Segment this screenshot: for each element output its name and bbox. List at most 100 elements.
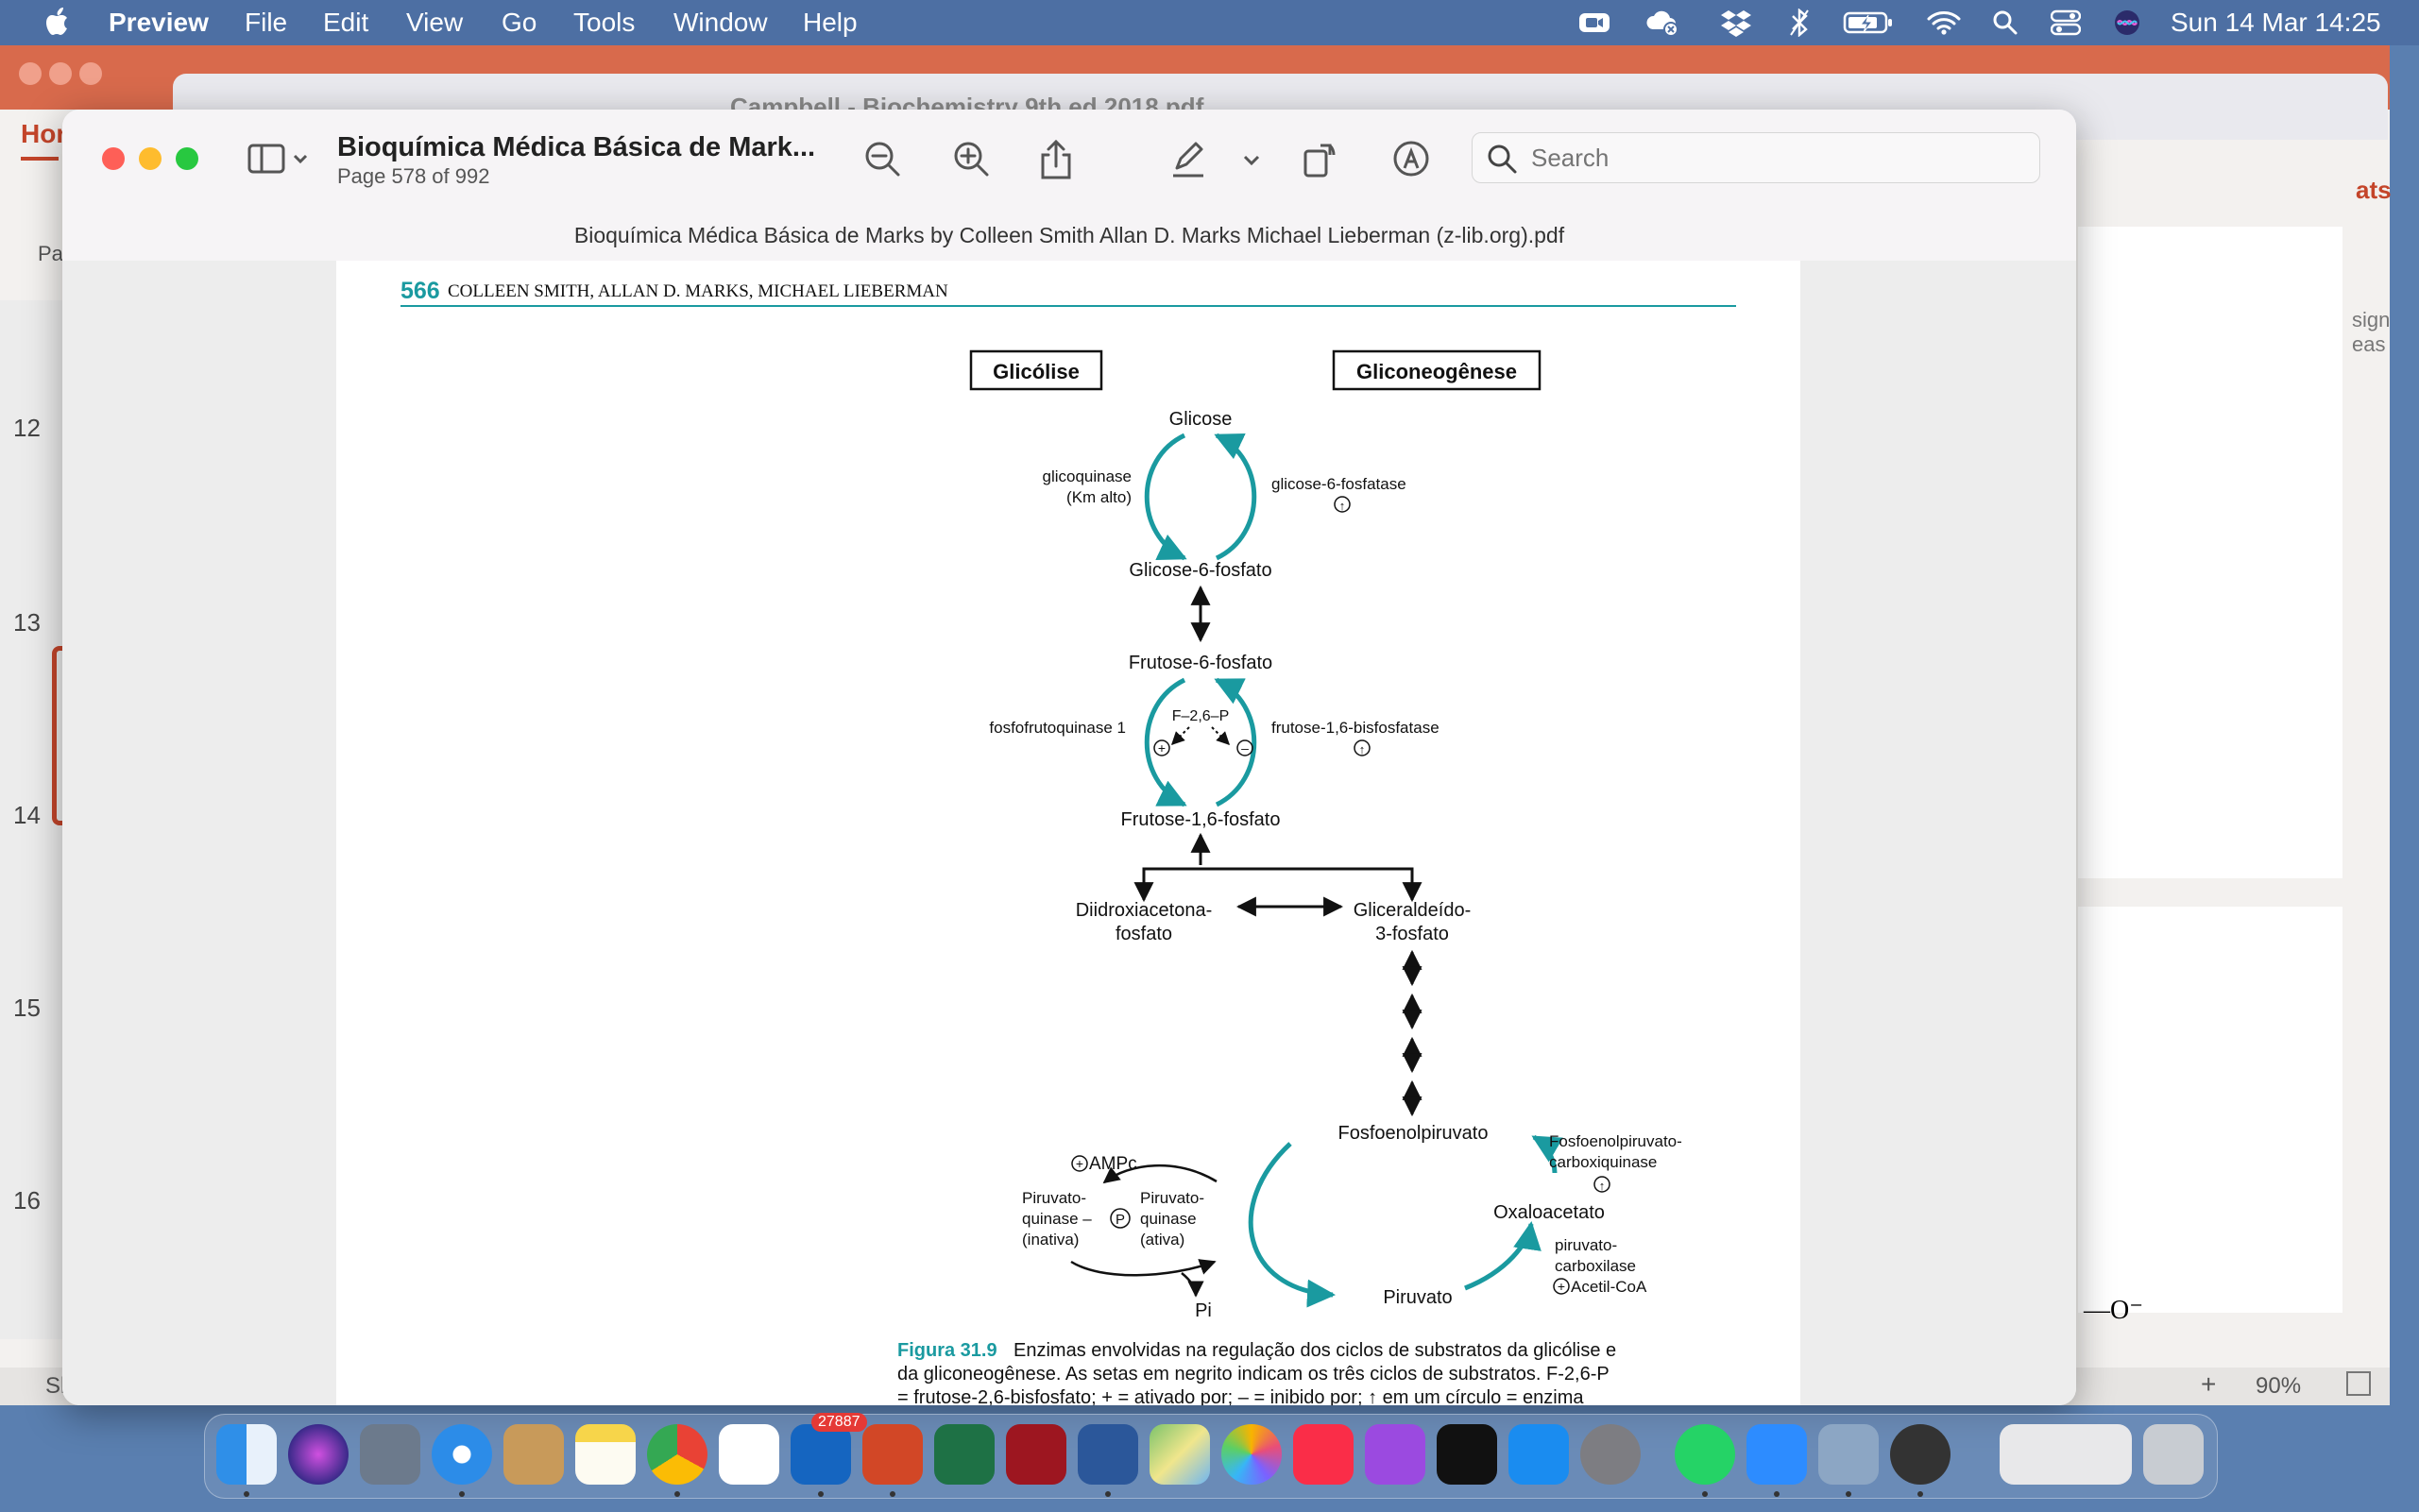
document-view[interactable]: 566 COLLEEN SMITH, ALLAN D. MARKS, MICHA… (62, 261, 2076, 1405)
zoom-out-icon[interactable] (861, 138, 903, 179)
notes-icon[interactable] (575, 1424, 636, 1485)
menu-bar: Preview File Edit View Go Tools Window H… (0, 0, 2419, 45)
control-center-icon[interactable] (2050, 6, 2082, 40)
menu-view[interactable]: View (406, 8, 463, 38)
search-field[interactable] (1472, 132, 2040, 183)
dhap-label: Diidroxiacetona- (1076, 900, 1213, 921)
menu-help[interactable]: Help (803, 8, 858, 38)
preview-app-icon[interactable] (1818, 1424, 1879, 1485)
podcasts-icon[interactable] (1365, 1424, 1425, 1485)
vectorworks-icon[interactable] (1890, 1424, 1951, 1485)
finder-icon[interactable] (216, 1424, 277, 1485)
share-icon[interactable] (1035, 138, 1077, 179)
slide-number[interactable]: 13 (13, 608, 41, 637)
icloud-status-icon[interactable] (1644, 6, 1681, 40)
zoom-level[interactable]: 90% (2256, 1373, 2301, 1400)
caption-line-3: = frutose-2,6-bisfosfato; + = ativado po… (897, 1387, 1584, 1405)
menu-window[interactable]: Window (673, 8, 768, 38)
excel-icon[interactable] (934, 1424, 995, 1485)
fit-slide-icon[interactable] (2346, 1371, 2371, 1396)
slide-number[interactable]: 14 (13, 801, 41, 830)
search-icon (1488, 144, 1517, 174)
markup-dropdown-chevron-icon[interactable] (1237, 138, 1266, 179)
spotlight-search-icon[interactable] (1991, 6, 2019, 40)
fullscreen-button[interactable] (176, 147, 198, 170)
photos-icon[interactable] (1221, 1424, 1282, 1485)
running-indicator (244, 1491, 249, 1497)
pk-active-label-2: quinase (1140, 1210, 1197, 1228)
reminders-icon[interactable] (719, 1424, 779, 1485)
running-indicator (1105, 1491, 1111, 1497)
zoom-in-icon[interactable] (950, 138, 992, 179)
formula-fragment: —O⁻ (2084, 1296, 2143, 1325)
word-icon[interactable] (1078, 1424, 1138, 1485)
svg-text:–: – (1241, 740, 1249, 756)
zoom-status-icon[interactable] (1577, 6, 1611, 40)
downloads-stack-icon[interactable] (2000, 1424, 2132, 1485)
menu-go[interactable]: Go (502, 8, 537, 38)
close-button[interactable] (102, 147, 125, 170)
page-indicator: Page 578 of 992 (337, 164, 490, 188)
launchpad-icon[interactable] (360, 1424, 420, 1485)
menu-tools[interactable]: Tools (573, 8, 635, 38)
dropbox-status-icon[interactable] (1719, 6, 1753, 40)
dhap-label-2: fosfato (1116, 924, 1172, 944)
close-button-inactive[interactable] (19, 62, 42, 85)
mendeley-icon[interactable] (1006, 1424, 1066, 1485)
menu-edit[interactable]: Edit (323, 8, 368, 38)
g6pase-label: glicose-6-fosfatase (1271, 475, 1406, 493)
pdf-page[interactable]: 566 COLLEEN SMITH, ALLAN D. MARKS, MICHA… (336, 261, 1800, 1405)
running-indicator (818, 1491, 824, 1497)
running-indicator (1917, 1491, 1923, 1497)
menu-clock[interactable]: Sun 14 Mar 14:25 (2171, 8, 2381, 38)
app-menu-preview[interactable]: Preview (109, 8, 209, 38)
system-preferences-icon[interactable] (1580, 1424, 1641, 1485)
slide-number[interactable]: 12 (13, 414, 41, 443)
svg-text:↑: ↑ (1359, 742, 1366, 756)
maps-icon[interactable] (1150, 1424, 1210, 1485)
sidebar-toggle-icon[interactable] (247, 138, 314, 179)
design-ideas-label[interactable]: sign eas (2352, 308, 2390, 357)
document-title[interactable]: Bioquímica Médica Básica de Mark... (337, 132, 815, 163)
battery-status-icon[interactable] (1842, 6, 1895, 40)
siri-icon[interactable] (288, 1424, 349, 1485)
safari-icon[interactable] (432, 1424, 492, 1485)
slide-number[interactable]: 15 (13, 994, 41, 1023)
zoom-button-inactive[interactable] (79, 62, 102, 85)
siri-status-icon[interactable] (2112, 6, 2142, 40)
minimize-button-inactive[interactable] (49, 62, 72, 85)
running-indicator (459, 1491, 465, 1497)
search-input[interactable] (1529, 143, 2005, 174)
minimize-button[interactable] (139, 147, 162, 170)
contacts-icon[interactable] (503, 1424, 564, 1485)
svg-text:+: + (1076, 1156, 1083, 1171)
outlook-icon[interactable]: 27887 (791, 1413, 867, 1485)
pk-active-label: Piruvato- (1140, 1189, 1204, 1207)
oxaloacetate-label: Oxaloacetato (1493, 1202, 1605, 1223)
menu-file[interactable]: File (245, 8, 287, 38)
ribbon-tab-home[interactable]: Hor (21, 119, 66, 149)
music-icon[interactable] (1293, 1424, 1354, 1485)
glycolysis-box: Glicólise (993, 360, 1080, 383)
chrome-icon[interactable] (647, 1424, 707, 1485)
running-indicator (1702, 1491, 1708, 1497)
rotate-icon[interactable] (1300, 138, 1341, 179)
caption-line-2: da gliconeogênese. As setas em negrito i… (897, 1364, 1610, 1385)
zoom-app-icon[interactable] (1746, 1424, 1807, 1485)
bluetooth-status-icon[interactable] (1785, 6, 1814, 40)
wifi-status-icon[interactable] (1925, 6, 1963, 40)
app-store-icon[interactable] (1508, 1424, 1569, 1485)
zoom-in-button[interactable]: + (2201, 1369, 2216, 1400)
markup-pen-icon[interactable] (1167, 138, 1209, 179)
apple-menu-icon[interactable] (42, 4, 74, 42)
slide-number[interactable]: 16 (13, 1186, 41, 1215)
camp-label: AMPc (1089, 1154, 1137, 1174)
apple-tv-icon[interactable] (1437, 1424, 1497, 1485)
preview-window[interactable]: Bioquímica Médica Básica de Mark... Page… (62, 110, 2076, 1405)
ribbon-tab-right[interactable]: ats (2356, 176, 2392, 205)
whatsapp-icon[interactable] (1675, 1424, 1735, 1485)
annotate-icon[interactable] (1390, 138, 1432, 179)
paste-label[interactable]: Pa (38, 242, 63, 266)
trash-icon[interactable] (2143, 1424, 2204, 1485)
powerpoint-icon[interactable] (862, 1424, 923, 1485)
